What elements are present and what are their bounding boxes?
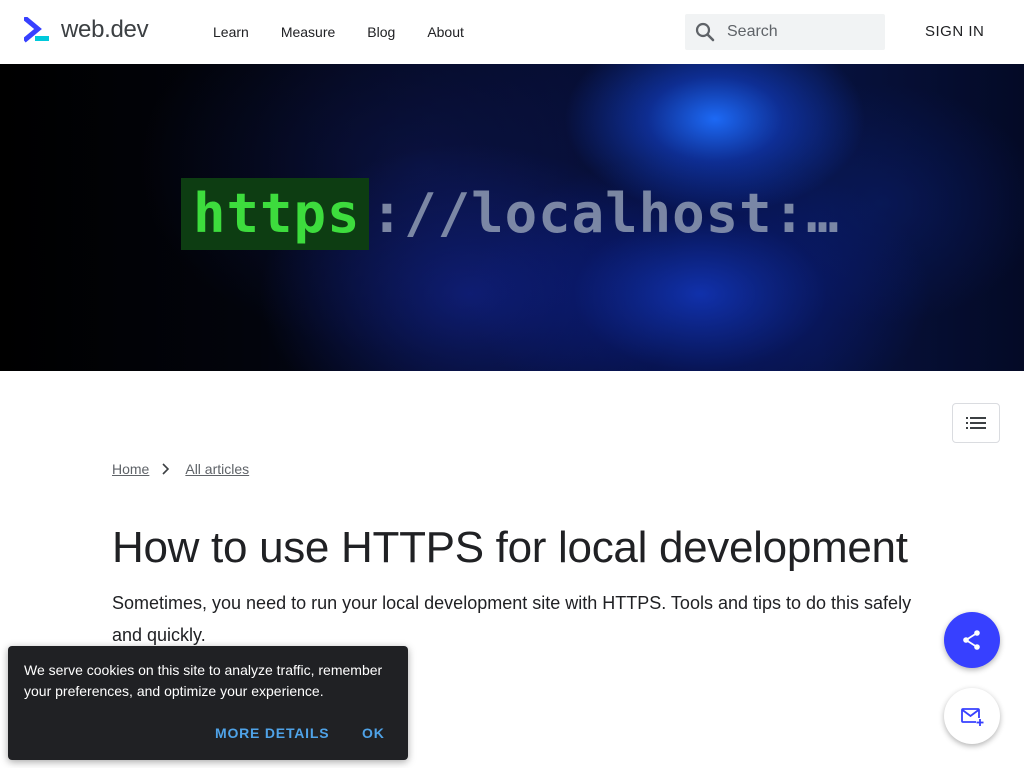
share-button[interactable] — [944, 612, 1000, 668]
share-icon — [960, 628, 984, 652]
main-nav: Learn Measure Blog About — [213, 0, 496, 64]
breadcrumb-home[interactable]: Home — [112, 461, 149, 477]
article-subtitle: Sometimes, you need to run your local de… — [112, 593, 912, 645]
search-input[interactable] — [725, 22, 875, 42]
nav-learn[interactable]: Learn — [213, 0, 249, 64]
hero-localhost-text: ://localhost:… — [370, 182, 840, 245]
sign-in-button[interactable]: SIGN IN — [925, 23, 984, 40]
mail-add-icon — [960, 704, 984, 728]
search-icon[interactable] — [693, 20, 717, 44]
chevron-right-icon — [161, 462, 171, 476]
breadcrumb-all-articles[interactable]: All articles — [185, 461, 249, 477]
web-dev-logo-icon — [24, 17, 52, 43]
cookie-ok-button[interactable]: OK — [362, 725, 385, 741]
logo-text: web.dev — [61, 16, 149, 43]
site-header: web.dev Learn Measure Blog About SIGN IN — [0, 0, 1024, 64]
cookie-message: We serve cookies on this site to analyze… — [24, 662, 383, 699]
list-icon — [966, 416, 986, 430]
cookie-banner: We serve cookies on this site to analyze… — [8, 646, 408, 760]
subscribe-button[interactable] — [944, 688, 1000, 744]
breadcrumb: Home All articles — [112, 461, 249, 477]
cookie-more-details-button[interactable]: MORE DETAILS — [215, 725, 329, 741]
hero-https-highlight: https — [181, 178, 369, 250]
nav-blog[interactable]: Blog — [367, 0, 395, 64]
table-of-contents-button[interactable] — [952, 403, 1000, 443]
nav-about[interactable]: About — [427, 0, 464, 64]
search-box[interactable] — [685, 14, 885, 50]
hero-banner: https ://localhost:… — [0, 64, 1024, 371]
hero-code-text: https ://localhost:… — [181, 178, 840, 250]
page-title: How to use HTTPS for local development — [112, 523, 908, 572]
nav-measure[interactable]: Measure — [281, 0, 335, 64]
logo-link[interactable]: web.dev — [24, 16, 149, 44]
